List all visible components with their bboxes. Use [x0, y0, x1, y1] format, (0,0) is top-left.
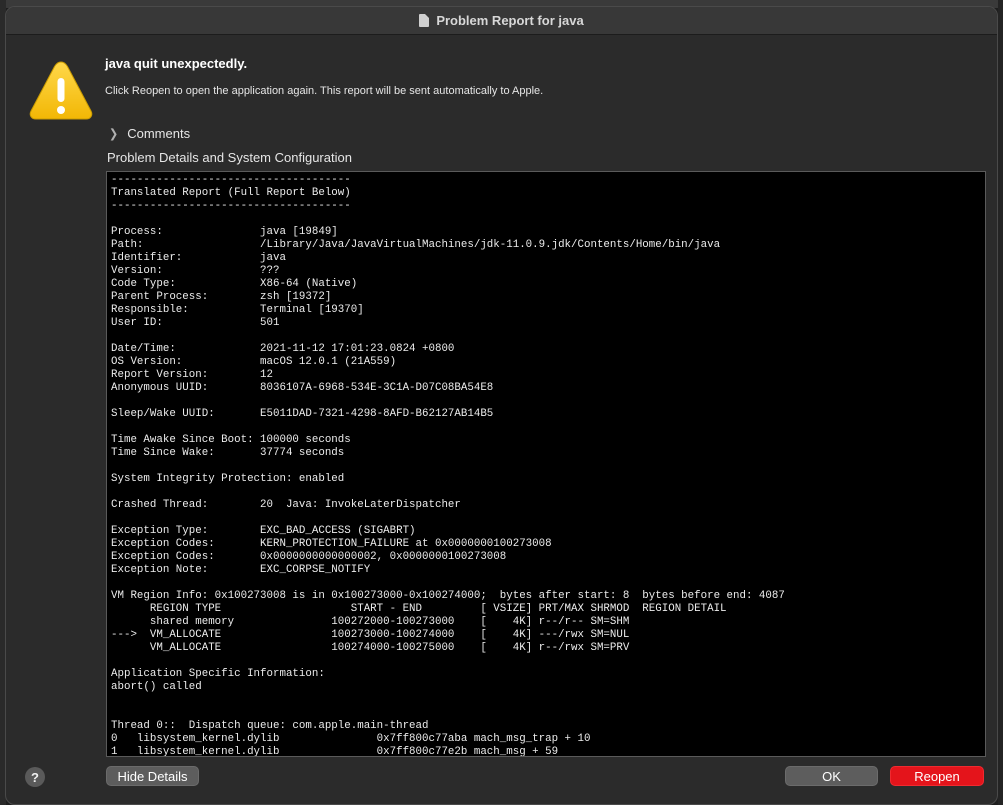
background-window-edge-right	[998, 0, 1003, 805]
alert-headline: java quit unexpectedly.	[105, 56, 248, 71]
problem-details-textview[interactable]: ------------------------------------- Tr…	[106, 171, 986, 757]
comments-label: Comments	[127, 126, 191, 141]
details-section-label: Problem Details and System Configuration	[107, 150, 352, 165]
reopen-button[interactable]: Reopen	[890, 766, 984, 786]
chevron-right-icon: ❯	[109, 127, 119, 141]
comments-disclosure[interactable]: ❯ Comments	[109, 126, 190, 141]
title-bar[interactable]: Problem Report for java	[6, 7, 997, 35]
hide-details-button[interactable]: Hide Details	[106, 766, 199, 786]
window-title: Problem Report for java	[436, 13, 584, 28]
help-button[interactable]: ?	[25, 767, 45, 787]
alert-message: Click Reopen to open the application aga…	[105, 85, 544, 97]
problem-report-dialog: Problem Report for java java quit unexpe…	[5, 6, 998, 805]
document-icon	[419, 14, 430, 27]
warning-triangle-icon	[29, 61, 93, 120]
crash-report-text[interactable]: ------------------------------------- Tr…	[107, 172, 985, 756]
ok-button[interactable]: OK	[785, 766, 878, 786]
